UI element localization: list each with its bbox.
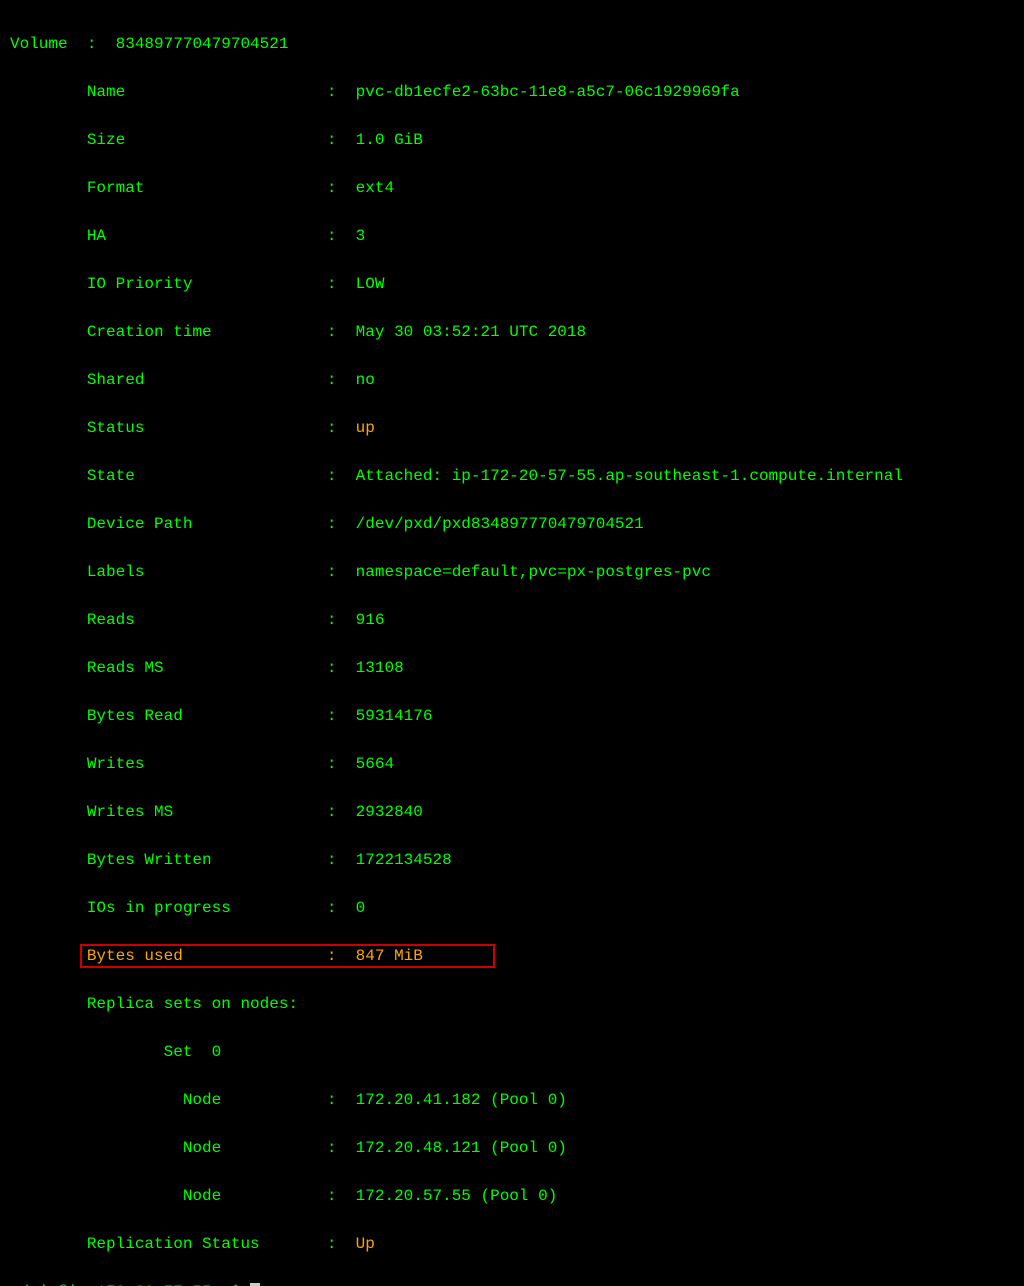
field-row: Reads : 916 bbox=[10, 608, 1014, 632]
prompt-line[interactable]: admin@ip-172-20-57-55:~$ bbox=[10, 1280, 1014, 1286]
prompt: admin@ip-172-20-57-55:~$ bbox=[10, 1283, 240, 1286]
replication-status-row: Replication Status : Up bbox=[10, 1232, 1014, 1256]
volume-header: Volume : 834897770479704521 bbox=[10, 32, 1014, 56]
terminal-output[interactable]: Volume : 834897770479704521 Name : pvc-d… bbox=[10, 8, 1014, 1286]
field-row: IOs in progress : 0 bbox=[10, 896, 1014, 920]
node-row: Node : 172.20.41.182 (Pool 0) bbox=[10, 1088, 1014, 1112]
node-row: Node : 172.20.48.121 (Pool 0) bbox=[10, 1136, 1014, 1160]
bytes-used-row: Bytes used : 847 MiB bbox=[10, 944, 1014, 968]
field-row: Format : ext4 bbox=[10, 176, 1014, 200]
field-row: IO Priority : LOW bbox=[10, 272, 1014, 296]
field-row: Status : up bbox=[10, 416, 1014, 440]
field-row: Creation time : May 30 03:52:21 UTC 2018 bbox=[10, 320, 1014, 344]
replica-set-row: Set 0 bbox=[10, 1040, 1014, 1064]
field-row: Size : 1.0 GiB bbox=[10, 128, 1014, 152]
field-row: Writes MS : 2932840 bbox=[10, 800, 1014, 824]
field-row: Writes : 5664 bbox=[10, 752, 1014, 776]
replica-header: Replica sets on nodes: bbox=[10, 992, 1014, 1016]
cursor bbox=[250, 1283, 260, 1286]
field-row: Bytes Written : 1722134528 bbox=[10, 848, 1014, 872]
node-row: Node : 172.20.57.55 (Pool 0) bbox=[10, 1184, 1014, 1208]
field-row: Labels : namespace=default,pvc=px-postgr… bbox=[10, 560, 1014, 584]
field-row: HA : 3 bbox=[10, 224, 1014, 248]
field-row: Reads MS : 13108 bbox=[10, 656, 1014, 680]
field-row: State : Attached: ip-172-20-57-55.ap-sou… bbox=[10, 464, 1014, 488]
field-row: Name : pvc-db1ecfe2-63bc-11e8-a5c7-06c19… bbox=[10, 80, 1014, 104]
field-row: Device Path : /dev/pxd/pxd83489777047970… bbox=[10, 512, 1014, 536]
field-row: Bytes Read : 59314176 bbox=[10, 704, 1014, 728]
field-row: Shared : no bbox=[10, 368, 1014, 392]
